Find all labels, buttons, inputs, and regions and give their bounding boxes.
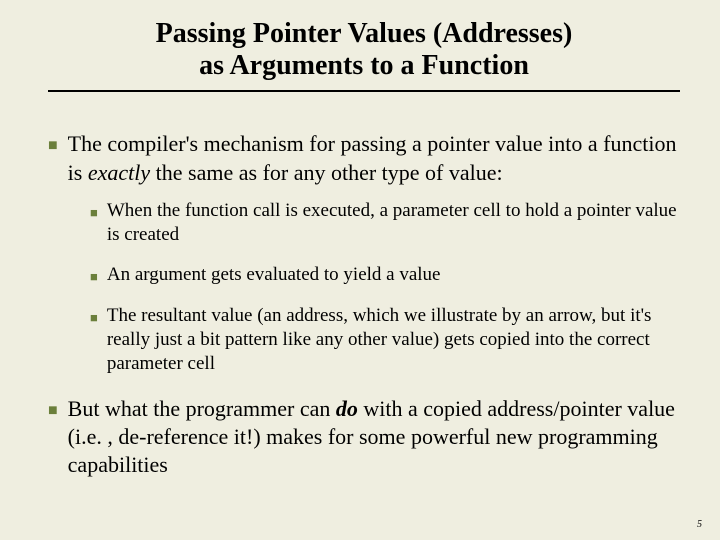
square-bullet-icon: ■: [48, 401, 58, 421]
bullet-level2: ■ The resultant value (an address, which…: [90, 304, 680, 377]
bullet-level1: ■ But what the programmer can do with a …: [48, 395, 680, 479]
sub-bullet-1: When the function call is executed, a pa…: [107, 199, 680, 248]
slide-title: Passing Pointer Values (Addresses) as Ar…: [156, 18, 573, 84]
square-bullet-icon: ■: [48, 136, 58, 156]
title-line-2: as Arguments to a Function: [199, 50, 529, 81]
title-block: Passing Pointer Values (Addresses) as Ar…: [54, 18, 674, 84]
square-bullet-icon: ■: [90, 269, 98, 286]
page-number: 5: [697, 519, 702, 530]
p2-part-a: But what the programmer can: [68, 396, 336, 421]
paragraph-2: But what the programmer can do with a co…: [68, 395, 680, 479]
square-bullet-icon: ■: [90, 205, 98, 222]
p2-bold-italic: do: [336, 396, 358, 421]
title-line-1: Passing Pointer Values (Addresses): [156, 18, 573, 49]
bullet-level2: ■ An argument gets evaluated to yield a …: [90, 263, 680, 287]
p1-emphasis: exactly: [88, 160, 150, 185]
title-underline: [48, 90, 680, 92]
p1-part-b: the same as for any other type of value:: [150, 160, 502, 185]
slide: Passing Pointer Values (Addresses) as Ar…: [0, 0, 720, 540]
bullet-level2: ■ When the function call is executed, a …: [90, 199, 680, 248]
sub-bullet-2: An argument gets evaluated to yield a va…: [107, 263, 441, 287]
sub-bullet-list: ■ When the function call is executed, a …: [90, 199, 680, 377]
square-bullet-icon: ■: [90, 310, 98, 327]
paragraph-1: The compiler's mechanism for passing a p…: [68, 130, 680, 186]
bullet-level1: ■ The compiler's mechanism for passing a…: [48, 130, 680, 186]
sub-bullet-3: The resultant value (an address, which w…: [107, 304, 680, 377]
